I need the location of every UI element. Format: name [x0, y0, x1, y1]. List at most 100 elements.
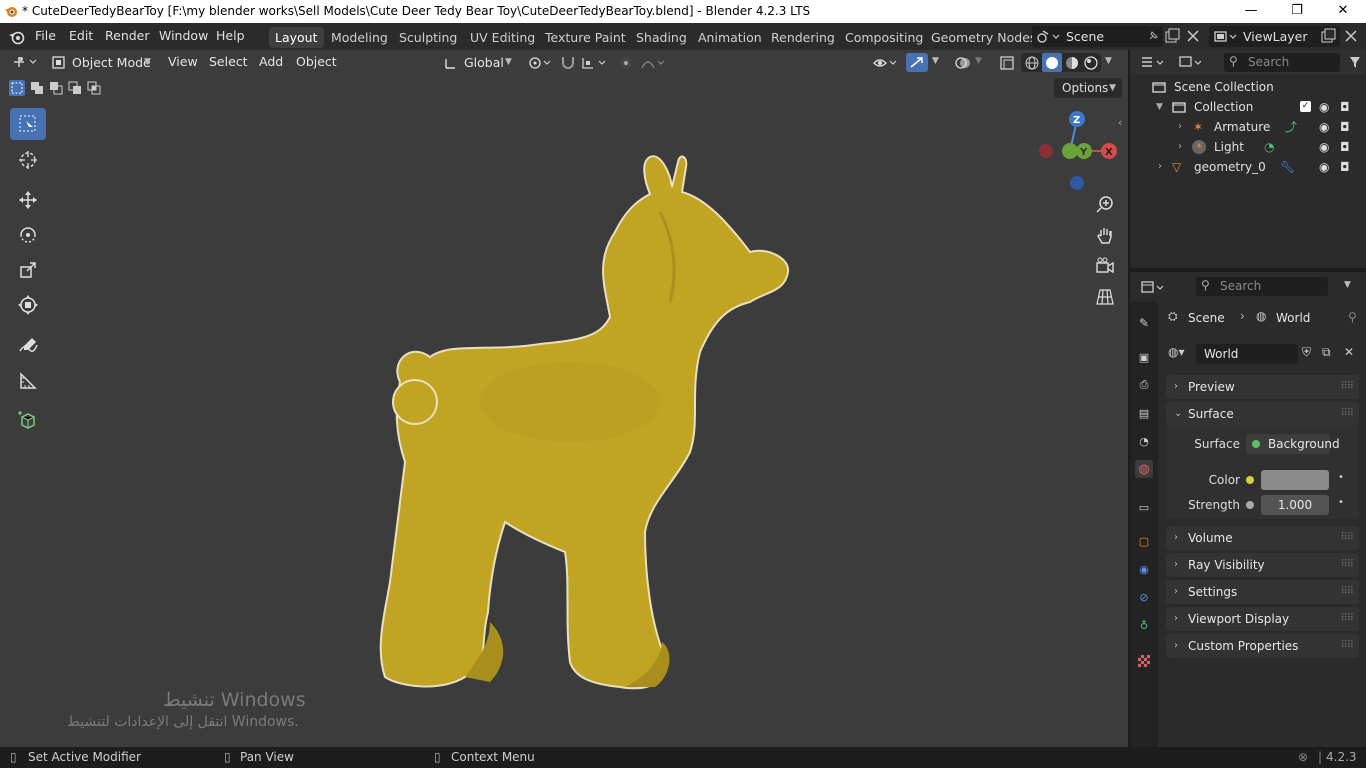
color-swatch[interactable]: [1261, 470, 1329, 490]
proportional-editing-icon[interactable]: [617, 54, 635, 72]
chevron-down-icon[interactable]: ▼: [1344, 280, 1351, 290]
tab-shading[interactable]: Shading: [630, 27, 693, 48]
drag-grip-icon[interactable]: ⠿⠿: [1340, 375, 1354, 399]
camera-view-button[interactable]: [1092, 253, 1118, 279]
select-intersect-icon[interactable]: [85, 79, 103, 97]
minimize-button[interactable]: —: [1228, 0, 1274, 23]
collapse-sidebar-icon[interactable]: ‹: [1118, 116, 1122, 129]
perspective-toggle-button[interactable]: [1092, 284, 1118, 310]
deer-model[interactable]: [370, 102, 800, 692]
zoom-button[interactable]: [1092, 192, 1118, 218]
properties-editor-icon[interactable]: [1140, 279, 1168, 296]
gizmo-neg-x[interactable]: [1039, 144, 1053, 158]
outliner-item-armature[interactable]: › ✶ Armature ⤴ ◉ ◘: [1130, 117, 1366, 137]
drag-grip-icon[interactable]: ⠿⠿: [1340, 402, 1354, 426]
light-data-icon[interactable]: ◔: [1264, 137, 1274, 157]
tab-texture[interactable]: [1135, 652, 1153, 670]
tool-select-box[interactable]: [10, 108, 46, 140]
wireframe-shading-icon[interactable]: [1024, 55, 1040, 71]
chevron-right-icon[interactable]: ›: [1158, 157, 1162, 177]
options-button[interactable]: Options ▼: [1054, 78, 1122, 98]
tab-animation[interactable]: Animation: [692, 27, 768, 48]
tab-view-layer[interactable]: ▤: [1135, 404, 1153, 422]
delete-view-layer-icon[interactable]: [1342, 27, 1360, 45]
tab-object-data[interactable]: ♁: [1135, 616, 1153, 634]
tab-layout[interactable]: Layout: [269, 27, 324, 48]
tool-rotate[interactable]: [10, 219, 46, 251]
material-shading-icon[interactable]: [1064, 55, 1080, 71]
surface-shader-field[interactable]: Background: [1246, 434, 1340, 454]
outliner-item-geometry[interactable]: › ▽ geometry_0 🔧︎ ◉ ◘: [1130, 157, 1366, 177]
menu-file[interactable]: File: [35, 28, 56, 43]
chevron-down-icon[interactable]: ▼: [1156, 97, 1163, 117]
modifier-wrench-icon[interactable]: 🔧︎: [1280, 157, 1295, 177]
tool-add-cube[interactable]: [10, 404, 46, 436]
menu-help[interactable]: Help: [216, 28, 245, 43]
panel-preview[interactable]: › Preview ⠿⠿: [1166, 375, 1359, 399]
panel-custom-properties[interactable]: › Custom Properties ⠿⠿: [1166, 634, 1359, 658]
editor-type-icon[interactable]: [12, 53, 40, 71]
outliner-item-light[interactable]: › ☀ Light ◔ ◉ ◘: [1130, 137, 1366, 157]
close-button[interactable]: ✕: [1320, 0, 1366, 23]
tab-rendering[interactable]: Rendering: [765, 27, 841, 48]
properties-search[interactable]: ⚲ Search: [1196, 277, 1328, 296]
select-extend-icon[interactable]: [28, 79, 46, 97]
snap-target-icon[interactable]: [580, 54, 610, 72]
camera-render-icon[interactable]: ◘: [1340, 97, 1350, 117]
outliner-scene-collection[interactable]: Scene Collection: [1130, 77, 1366, 97]
tab-modeling[interactable]: Modeling: [325, 27, 394, 48]
filter-icon[interactable]: [1348, 54, 1362, 71]
pivot-point-icon[interactable]: [526, 54, 552, 72]
maximize-button[interactable]: ❐: [1274, 0, 1320, 23]
tab-scene[interactable]: ◔: [1135, 432, 1153, 450]
menu-view[interactable]: View: [168, 54, 198, 69]
drag-grip-icon[interactable]: ⠿⠿: [1340, 580, 1354, 604]
camera-render-icon[interactable]: ◘: [1340, 117, 1350, 137]
fake-user-shield-icon[interactable]: ⛨: [1302, 345, 1311, 360]
xray-icon[interactable]: [998, 54, 1016, 72]
panel-volume[interactable]: › Volume ⠿⠿: [1166, 526, 1359, 550]
unlink-icon[interactable]: ✕: [1344, 345, 1354, 359]
menu-object[interactable]: Object: [296, 54, 337, 69]
panel-settings[interactable]: › Settings ⠿⠿: [1166, 580, 1359, 604]
drag-grip-icon[interactable]: ⠿⠿: [1340, 634, 1354, 658]
mode-dropdown[interactable]: Object Mode ▼: [48, 52, 158, 73]
tab-collection[interactable]: ▭: [1135, 498, 1153, 516]
outliner-search[interactable]: ⚲ Search: [1224, 53, 1340, 72]
keyframe-dot-icon[interactable]: •: [1338, 497, 1344, 508]
drag-grip-icon[interactable]: ⠿⠿: [1340, 607, 1354, 631]
new-scene-icon[interactable]: [1163, 27, 1181, 45]
menu-render[interactable]: Render: [105, 28, 150, 43]
drag-grip-icon[interactable]: ⠿⠿: [1340, 526, 1354, 550]
menu-window[interactable]: Window: [159, 28, 208, 43]
gizmo-toggle[interactable]: [906, 53, 928, 72]
chevron-down-icon[interactable]: ▼: [932, 56, 939, 66]
keyframe-dot-icon[interactable]: •: [1338, 472, 1344, 483]
panel-ray-visibility[interactable]: › Ray Visibility ⠿⠿: [1166, 553, 1359, 577]
menu-add[interactable]: Add: [259, 54, 283, 69]
tool-cursor[interactable]: [10, 144, 46, 176]
pan-button[interactable]: [1092, 223, 1118, 249]
chevron-down-icon[interactable]: ▼: [975, 56, 982, 66]
color-socket-icon[interactable]: [1246, 476, 1254, 484]
select-invert-icon[interactable]: [66, 79, 84, 97]
tool-annotate[interactable]: [10, 330, 46, 362]
tab-world[interactable]: ◍: [1135, 460, 1153, 478]
world-name-field[interactable]: World: [1196, 344, 1298, 364]
eye-icon[interactable]: ◉: [1319, 137, 1329, 157]
chevron-right-icon[interactable]: ›: [1178, 137, 1182, 157]
scene-selector[interactable]: Scene: [1032, 26, 1163, 47]
tab-tool[interactable]: ✎: [1135, 314, 1153, 332]
chevron-right-icon[interactable]: ›: [1178, 117, 1182, 137]
delete-scene-icon[interactable]: [1184, 27, 1202, 45]
menu-select[interactable]: Select: [209, 54, 248, 69]
exclude-checkbox[interactable]: ✓: [1300, 101, 1311, 112]
overlays-icon[interactable]: [954, 54, 972, 72]
tool-measure[interactable]: [10, 365, 46, 397]
outliner-collection[interactable]: ▼ Collection ✓ ◉ ◘: [1130, 97, 1366, 117]
chevron-down-icon[interactable]: ▼: [1105, 56, 1112, 66]
tab-texture-paint[interactable]: Texture Paint: [539, 27, 632, 48]
transform-orientation-dropdown[interactable]: Global ▼: [441, 52, 517, 73]
rendered-shading-icon[interactable]: [1083, 55, 1099, 71]
tool-transform[interactable]: [10, 289, 46, 321]
